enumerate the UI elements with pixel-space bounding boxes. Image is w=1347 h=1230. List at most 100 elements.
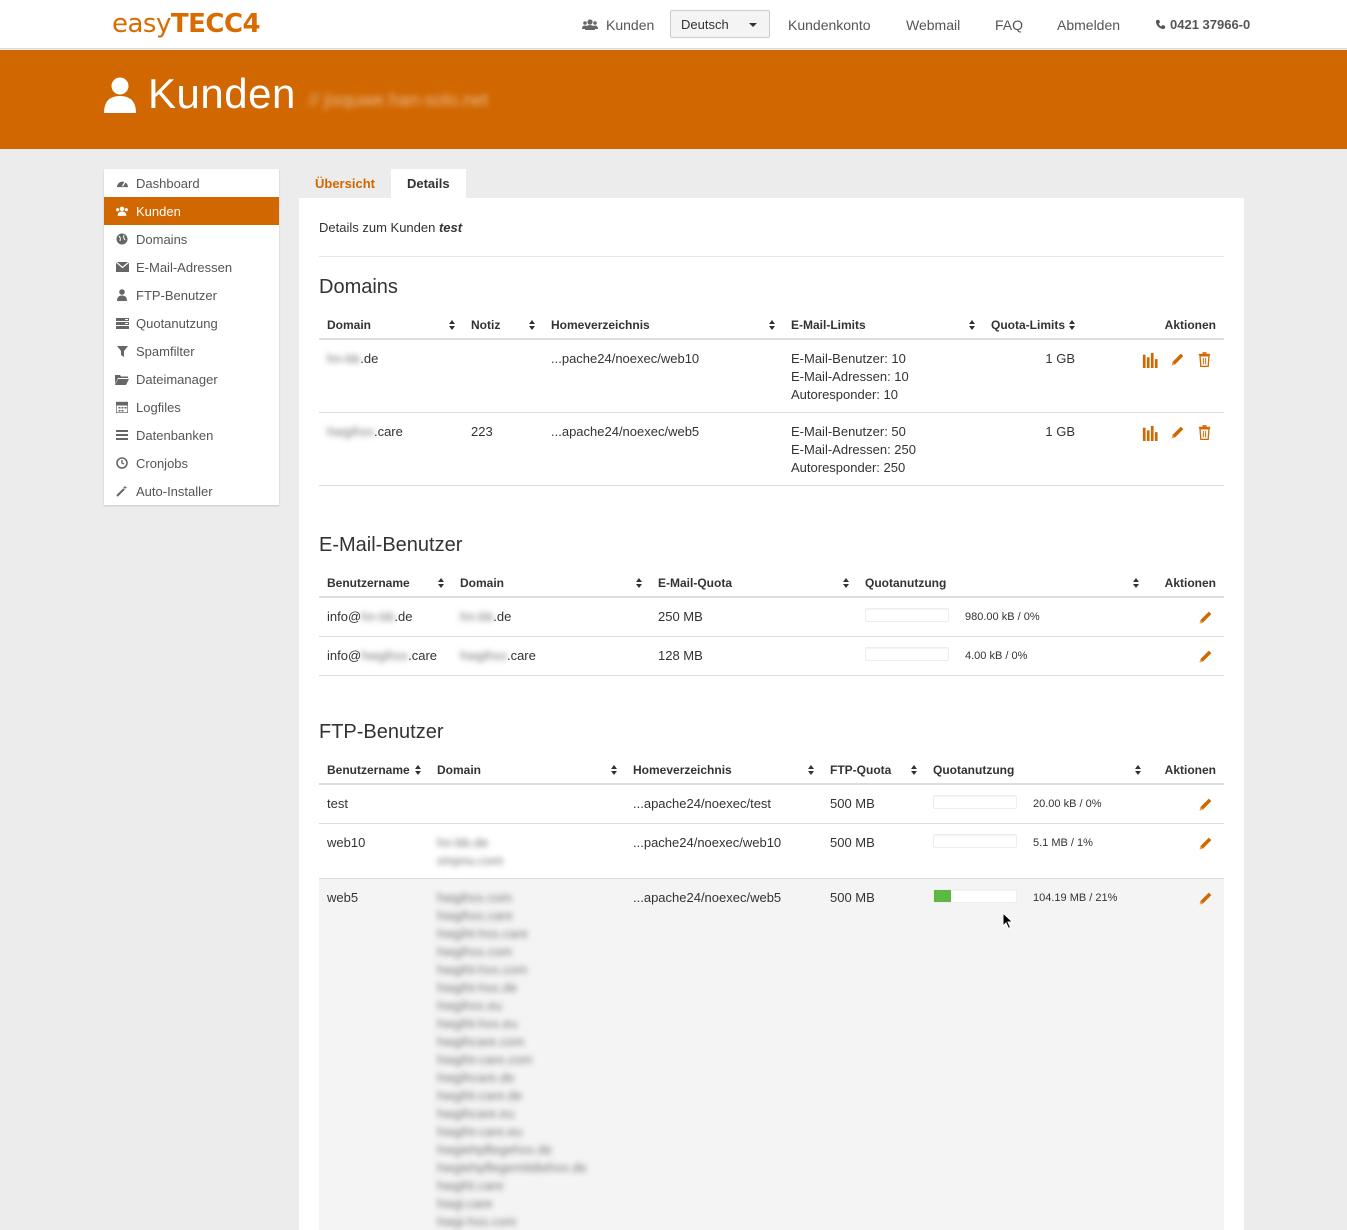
phone-number: 0421 37966-0 <box>1170 17 1251 32</box>
sidebar-item-datenbanken[interactable]: Datenbanken <box>104 421 279 449</box>
nav-webmail[interactable]: Webmail <box>906 0 960 49</box>
column-header[interactable]: Domain <box>429 756 625 785</box>
pencil-icon[interactable] <box>1198 836 1216 854</box>
ftp-quota-cell: 500 MB <box>822 823 925 879</box>
divider <box>319 256 1224 257</box>
domain-cell: hn-bb.de <box>452 597 650 637</box>
pencil-icon[interactable] <box>1198 797 1216 815</box>
email-quota-cell: 250 MB <box>650 597 857 637</box>
column-header[interactable]: Quota-Limits <box>983 311 1083 340</box>
intro-label: Details zum Kunden <box>319 220 436 235</box>
domain-cell: hwgihxx.com hwgihxx.care hwgiht-hxx.care hw… <box>429 878 625 1230</box>
tab-overview[interactable]: Übersicht <box>299 169 391 198</box>
email-users-table: Benutzername Domain E-Mail-Quota Quotanutzu… <box>319 569 1224 676</box>
bar-chart-icon[interactable] <box>1142 425 1160 443</box>
column-header-label: Aktionen <box>1164 317 1216 332</box>
actions <box>1155 608 1216 628</box>
phone-link[interactable]: 0421 37966-0 <box>1155 0 1250 49</box>
sidebar-item-label: Kunden <box>136 203 181 219</box>
domain-name-redacted: hwgiht-hxx.eu <box>437 1016 518 1031</box>
table-row: info@hn-bb.de hn-bb.de 250 MB 980.00 kB / 0… <box>319 597 1224 637</box>
sidebar-item-ftp-benutzer[interactable]: FTP-Benutzer <box>104 281 279 309</box>
trash-icon[interactable] <box>1198 425 1216 443</box>
quota-usage: 980.00 kB / 0% <box>865 608 1139 626</box>
nav-abmelden[interactable]: Abmelden <box>1057 0 1120 49</box>
users-icon <box>582 18 598 30</box>
nav-faq[interactable]: FAQ <box>995 0 1023 49</box>
table-row: test ...apache24/noexec/test 500 MB 20.00 k… <box>319 784 1224 824</box>
sidebar-menu: Dashboard Kunden Domains E-Mail-Adressen FTP… <box>104 169 279 505</box>
domain-name-redacted: hwgihxx.com <box>437 944 513 959</box>
column-header[interactable]: Quotanutzung <box>925 756 1149 785</box>
column-header[interactable]: Benutzername <box>319 569 452 598</box>
sidebar-item-e-mail-adressen[interactable]: E-Mail-Adressen <box>104 253 279 281</box>
ftp-quota-cell: 500 MB <box>822 784 925 824</box>
domain-name-redacted: hwgiht-care.eu <box>437 1124 523 1139</box>
column-header[interactable]: Benutzername <box>319 756 429 785</box>
sort-icon <box>611 765 617 775</box>
sidebar-item-quotanutzung[interactable]: Quotanutzung <box>104 309 279 337</box>
domain-tld: .de <box>360 351 379 366</box>
column-header[interactable]: Homeverzeichnis <box>543 311 783 340</box>
tab-details[interactable]: Details <box>390 169 466 198</box>
quota-usage-cell: 5.1 MB / 1% <box>925 823 1149 879</box>
envelope-icon <box>115 260 129 274</box>
column-header-label: Quotanutzung <box>933 762 1015 777</box>
clock-icon <box>115 456 129 470</box>
nav-kundenkonto[interactable]: Kundenkonto <box>788 0 871 49</box>
domain-name-redacted: hwgihcare.eu <box>437 1106 515 1121</box>
sidebar-item-logfiles[interactable]: Logfiles <box>104 393 279 421</box>
sidebar-item-domains[interactable]: Domains <box>104 225 279 253</box>
column-header[interactable]: Domain <box>452 569 650 598</box>
user-icon <box>115 288 129 302</box>
sidebar-item-dateimanager[interactable]: Dateimanager <box>104 365 279 393</box>
username-prefix: info@ <box>327 609 362 624</box>
pencil-icon[interactable] <box>1198 649 1216 667</box>
column-header[interactable]: Homeverzeichnis <box>625 756 822 785</box>
sidebar-item-auto-installer[interactable]: Auto-Installer <box>104 477 279 505</box>
bar-chart-icon[interactable] <box>1142 352 1160 370</box>
sidebar-item-label: Auto-Installer <box>136 483 213 499</box>
column-header[interactable]: FTP-Quota <box>822 756 925 785</box>
actions <box>1091 423 1216 443</box>
pencil-icon[interactable] <box>1198 891 1216 909</box>
column-header[interactable]: Domain <box>319 311 463 340</box>
pencil-icon[interactable] <box>1170 425 1188 443</box>
domain-name-redacted: hwgihxx <box>460 648 507 663</box>
username-cell: info@hwgihxx.care <box>319 636 452 676</box>
quota-usage-text: 4.00 kB / 0% <box>965 650 1028 662</box>
sidebar-item-spamfilter[interactable]: Spamfilter <box>104 337 279 365</box>
users-icon <box>115 204 129 218</box>
domain-cell: hn-bb.de xinpnu.com <box>429 823 625 879</box>
sidebar-item-label: Dashboard <box>136 175 200 191</box>
sidebar-item-kunden[interactable]: Kunden <box>104 197 279 225</box>
nav-kundenkonto-label: Kundenkonto <box>788 16 871 33</box>
ftp-quota-cell: 500 MB <box>822 878 925 1230</box>
username-redacted: hwgihxx <box>361 648 409 663</box>
domain-cell <box>429 784 625 824</box>
trash-icon[interactable] <box>1198 352 1216 370</box>
pencil-icon[interactable] <box>1170 352 1188 370</box>
language-select[interactable]: Deutsch <box>670 10 770 38</box>
sort-icon <box>911 765 917 775</box>
column-header[interactable]: E-Mail-Quota <box>650 569 857 598</box>
customer-name: test <box>438 220 463 235</box>
domain-name-redacted: hwgihcare.com <box>437 1034 525 1049</box>
logo[interactable]: easyTECC4 <box>112 9 261 39</box>
column-header[interactable]: Notiz <box>463 311 543 340</box>
username-cell: info@hn-bb.de <box>319 597 452 637</box>
dashboard-icon <box>115 176 129 190</box>
quota-usage-cell: 4.00 kB / 0% <box>857 636 1147 676</box>
quota-usage-cell: 20.00 kB / 0% <box>925 784 1149 824</box>
column-header[interactable]: Quotanutzung <box>857 569 1147 598</box>
sidebar-item-cronjobs[interactable]: Cronjobs <box>104 449 279 477</box>
column-header[interactable]: E-Mail-Limits <box>783 311 983 340</box>
limit-line: E-Mail-Adressen: 10 <box>791 369 909 384</box>
nav-kunden[interactable]: Kunden <box>582 0 654 49</box>
pencil-icon[interactable] <box>1198 610 1216 628</box>
sidebar-item-dashboard[interactable]: Dashboard <box>104 169 279 197</box>
quota-usage-text: 104.19 MB / 21% <box>1033 892 1118 904</box>
ftp-users-table: Benutzername Domain Homeverzeichnis FTP-Quo… <box>319 756 1224 1230</box>
progress-bar <box>865 608 949 622</box>
sort-icon <box>969 320 975 330</box>
